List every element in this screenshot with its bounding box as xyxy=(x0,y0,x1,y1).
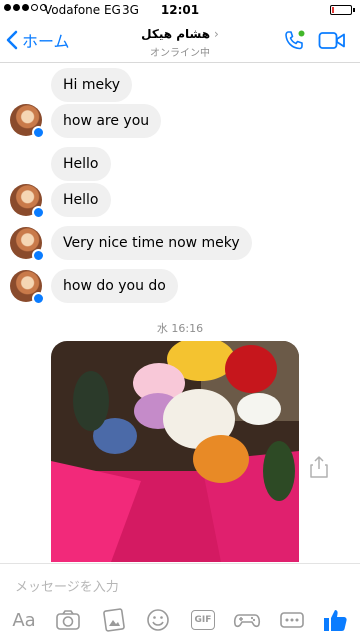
message-bubble[interactable]: Very nice time now meky xyxy=(51,226,252,260)
back-button[interactable]: ホーム xyxy=(6,28,70,52)
avatar[interactable] xyxy=(10,184,45,219)
contact-status: オンライン中 xyxy=(150,48,210,59)
phone-call-icon[interactable] xyxy=(282,29,306,53)
gif-button[interactable]: GIF xyxy=(190,606,216,634)
message-bubble[interactable]: Hello xyxy=(51,147,111,181)
emoji-icon[interactable] xyxy=(146,606,170,634)
status-bar: Vodafone EG 3G 12:01 xyxy=(0,0,360,20)
messenger-badge-icon xyxy=(32,126,45,139)
gif-icon: GIF xyxy=(191,610,215,630)
composer-toolbar: Aa GIF xyxy=(0,606,360,636)
text-tool-button[interactable]: Aa xyxy=(8,606,40,634)
avatar[interactable] xyxy=(10,104,45,139)
back-label: ホーム xyxy=(22,32,70,51)
chevron-left-icon xyxy=(6,30,18,50)
contact-title[interactable]: هشام هيكل › オンライン中 xyxy=(100,23,260,59)
message-composer: メッセージを入力 Aa GIF xyxy=(0,563,360,641)
avatar[interactable] xyxy=(10,227,45,262)
contact-name: هشام هيكل xyxy=(141,27,211,41)
more-icon[interactable] xyxy=(279,606,305,634)
messenger-badge-icon xyxy=(32,292,45,305)
status-time: 12:01 xyxy=(160,3,200,17)
photo-message[interactable] xyxy=(51,341,299,562)
like-icon[interactable] xyxy=(322,606,348,634)
game-icon[interactable] xyxy=(233,606,261,634)
message-bubble[interactable]: Hello xyxy=(51,183,111,217)
gallery-icon[interactable] xyxy=(102,606,126,634)
camera-icon[interactable] xyxy=(55,606,81,634)
message-bubble[interactable]: how are you xyxy=(51,104,162,138)
messenger-badge-icon xyxy=(32,249,45,262)
conversation-header: ホーム هشام هيكل › オンライン中 xyxy=(0,20,360,63)
message-timestamp: 水 16:16 xyxy=(156,322,204,335)
battery-icon xyxy=(330,5,355,15)
avatar[interactable] xyxy=(10,270,45,305)
message-input[interactable]: メッセージを入力 xyxy=(15,576,119,595)
text-tool-label: Aa xyxy=(12,609,36,631)
video-call-icon[interactable] xyxy=(318,31,346,51)
share-icon[interactable] xyxy=(310,456,328,478)
messenger-badge-icon xyxy=(32,206,45,219)
chevron-right-icon: › xyxy=(214,27,219,41)
message-bubble[interactable]: how do you do xyxy=(51,269,178,303)
message-bubble[interactable]: Hi meky xyxy=(51,68,133,102)
